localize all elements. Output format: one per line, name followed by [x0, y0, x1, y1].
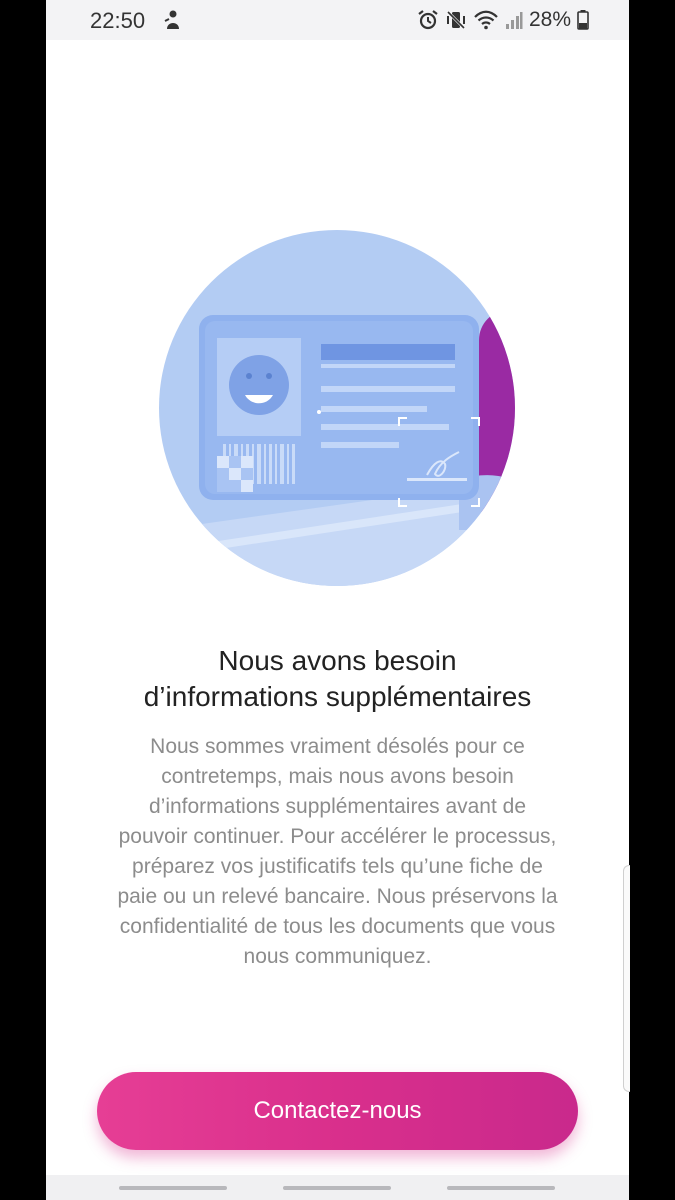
id-card-scan-illustration — [159, 230, 515, 591]
navigation-bar — [46, 1175, 629, 1200]
recent-apps-button[interactable] — [119, 1186, 227, 1190]
back-button[interactable] — [447, 1186, 555, 1190]
page-title: Nous avons besoin d’informations supplém… — [66, 643, 609, 715]
app-screen: 22:50 28% Nous avons besoin d’informatio… — [46, 0, 629, 1200]
status-icons: 28% — [417, 8, 589, 32]
description-line: confidentialité de tous les documents qu… — [119, 915, 556, 938]
description-line: nous communiquez. — [243, 945, 432, 968]
contact-us-button[interactable]: Contactez-nous — [97, 1072, 578, 1150]
edge-panel-handle[interactable] — [623, 865, 630, 1092]
status-bar: 22:50 28% — [46, 0, 629, 40]
battery-icon — [577, 9, 589, 31]
signal-icon — [505, 9, 523, 31]
description-line: d’informations supplémentaires avant de — [148, 795, 527, 818]
status-time: 22:50 — [90, 8, 146, 33]
battery-level: 28% — [528, 8, 571, 31]
alarm-icon — [417, 9, 439, 31]
home-button[interactable] — [283, 1186, 391, 1190]
notification-icon — [164, 9, 182, 36]
title-line: Nous avons besoin — [218, 645, 457, 676]
description-line: Nous sommes vraiment désolés pour ce — [150, 735, 525, 758]
description-line: pouvoir continuer. Pour accélérer le pro… — [118, 825, 557, 848]
vibrate-icon — [445, 9, 467, 31]
description-line: paie ou un relevé bancaire. Nous préserv… — [117, 885, 558, 908]
description-line: préparez vos justificatifs tels qu’une f… — [132, 855, 543, 878]
wifi-icon — [473, 9, 499, 31]
description-text: Nous sommes vraiment désolés pour ce con… — [86, 732, 589, 972]
title-line: d’informations supplémentaires — [143, 681, 532, 712]
description-line: contretemps, mais nous avons besoin — [161, 765, 514, 788]
